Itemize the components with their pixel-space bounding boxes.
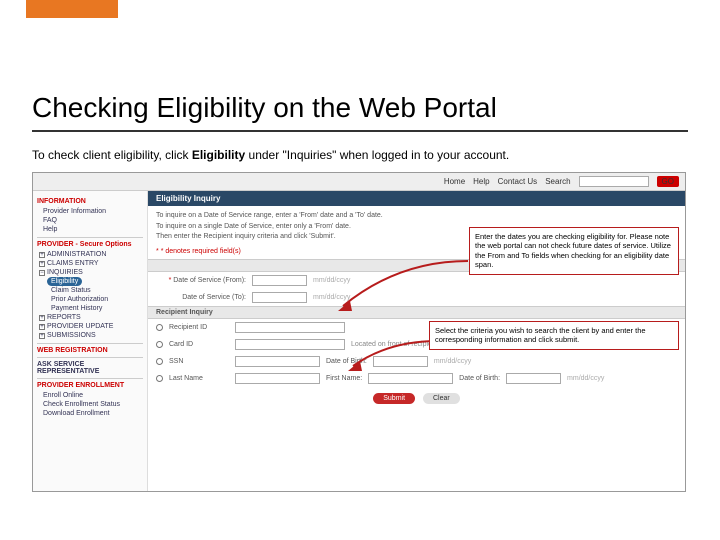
desc-bold: Eligibility: [192, 148, 245, 162]
sidebar-item[interactable]: Help: [37, 225, 143, 234]
arrow-icon: [338, 261, 468, 313]
screenshot-embed: Home Help Contact Us Search GO INFORMATI…: [32, 172, 686, 492]
instr-line: To inquire on a Date of Service range, e…: [156, 211, 677, 222]
sidebar-item[interactable]: Download Enrollment: [37, 409, 143, 418]
sidebar-head-info: INFORMATION: [37, 198, 143, 205]
instruction-text: To check client eligibility, click Eligi…: [32, 148, 688, 162]
sidebar-head-secure: PROVIDER - Secure Options: [37, 241, 143, 248]
page-title: Checking Eligibility on the Web Portal: [32, 92, 688, 132]
go-button[interactable]: GO: [657, 176, 679, 187]
firstname-input[interactable]: [368, 373, 453, 384]
tree-reports[interactable]: +REPORTS: [37, 313, 143, 322]
dob-label2: Date of Birth:: [459, 375, 500, 382]
ssn-input[interactable]: [235, 356, 320, 367]
top-nav: Home Help Contact Us Search GO: [33, 173, 685, 191]
card-id-input[interactable]: [235, 339, 345, 350]
radio-recipient-id[interactable]: [156, 324, 163, 331]
dos-from-input[interactable]: [252, 275, 307, 286]
dos-to-input[interactable]: [252, 292, 307, 303]
sidebar-item[interactable]: Provider Information: [37, 207, 143, 216]
tree-submissions[interactable]: +SUBMISSIONS: [37, 331, 143, 340]
tree-claim-status[interactable]: Claim Status: [37, 286, 143, 295]
callout-criteria: Select the criteria you wish to search t…: [429, 321, 679, 350]
sidebar-item[interactable]: Check Enrollment Status: [37, 400, 143, 409]
tree-payment-hist[interactable]: Payment History: [37, 304, 143, 313]
panel-title: Eligibility Inquiry: [148, 191, 685, 206]
nav-contact[interactable]: Contact Us: [498, 177, 538, 186]
main-panel: Eligibility Inquiry To inquire on a Date…: [148, 191, 685, 491]
firstname-label: First Name:: [326, 375, 362, 382]
radio-lastname[interactable]: [156, 375, 163, 382]
submit-button[interactable]: Submit: [373, 393, 415, 404]
sidebar: INFORMATION Provider Information FAQ Hel…: [33, 191, 148, 491]
sidebar-head-webreg: WEB REGISTRATION: [37, 347, 143, 354]
radio-ssn[interactable]: [156, 358, 163, 365]
tree-inquiries[interactable]: −INQUIRIES: [37, 268, 143, 277]
button-row: Submit Clear: [148, 387, 685, 410]
accent-bar: [26, 0, 118, 18]
nav-search-label: Search: [545, 177, 570, 186]
tree-claims[interactable]: +CLAIMS ENTRY: [37, 259, 143, 268]
tree-eligibility[interactable]: Eligibility: [37, 277, 143, 286]
clear-button[interactable]: Clear: [423, 393, 460, 404]
tree-admin[interactable]: +ADMINISTRATION: [37, 250, 143, 259]
dob-input2[interactable]: [506, 373, 561, 384]
sidebar-item[interactable]: FAQ: [37, 216, 143, 225]
tree-prior-auth[interactable]: Prior Authorization: [37, 295, 143, 304]
sidebar-head-enroll: PROVIDER ENROLLMENT: [37, 382, 143, 389]
nav-home[interactable]: Home: [444, 177, 465, 186]
callout-dates: Enter the dates you are checking eligibi…: [469, 227, 679, 275]
recipient-id-input[interactable]: [235, 322, 345, 333]
arrow-icon: [348, 341, 438, 373]
radio-card-id[interactable]: [156, 341, 163, 348]
sidebar-head-ask[interactable]: ASK SERVICE REPRESENTATIVE: [37, 361, 143, 375]
nav-help[interactable]: Help: [473, 177, 489, 186]
lastname-input[interactable]: [235, 373, 320, 384]
tree-provider-update[interactable]: +PROVIDER UPDATE: [37, 322, 143, 331]
sidebar-item[interactable]: Enroll Online: [37, 391, 143, 400]
placeholder-hint: mm/dd/ccyy: [567, 375, 604, 382]
desc-post: under "Inquiries" when logged in to your…: [245, 148, 509, 162]
search-input[interactable]: [579, 176, 649, 187]
desc-pre: To check client eligibility, click: [32, 148, 192, 162]
placeholder-hint: mm/dd/ccyy: [434, 358, 471, 365]
